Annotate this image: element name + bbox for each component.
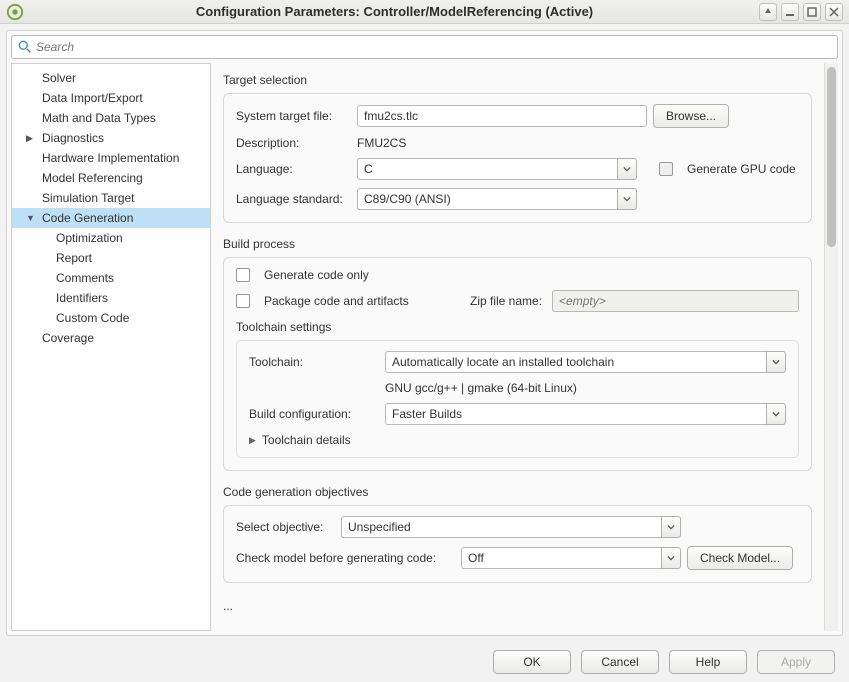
select-objective-combo[interactable]: Unspecified: [341, 516, 681, 538]
objectives-group: Select objective: Unspecified Check mode…: [223, 505, 812, 583]
sidebar-item-code-generation[interactable]: ▼ Code Generation: [12, 208, 210, 228]
content-area: Solver Data Import/Export Math and Data …: [6, 30, 843, 636]
sidebar-item-coverage[interactable]: Coverage: [12, 328, 210, 348]
browse-button[interactable]: Browse...: [653, 104, 729, 128]
sidebar-item-diagnostics[interactable]: ▶ Diagnostics: [12, 128, 210, 148]
system-target-file-input[interactable]: [357, 105, 647, 127]
toolchain-settings-label: Toolchain settings: [236, 320, 799, 334]
toolchain-value: Automatically locate an installed toolch…: [385, 351, 766, 373]
language-standard-label: Language standard:: [236, 192, 351, 206]
footer: OK Cancel Help Apply: [0, 642, 849, 682]
sidebar-item-comments[interactable]: Comments: [12, 268, 210, 288]
detail-panel: Target selection System target file: Bro…: [211, 63, 824, 631]
ok-button[interactable]: OK: [493, 650, 571, 674]
chevron-down-icon: ▼: [26, 213, 35, 223]
chevron-down-icon[interactable]: [617, 158, 637, 180]
language-label: Language:: [236, 162, 351, 176]
generate-gpu-checkbox: [659, 162, 673, 176]
build-configuration-combo[interactable]: Faster Builds: [385, 403, 786, 425]
minimize-button[interactable]: [781, 3, 799, 21]
toolchain-label: Toolchain:: [249, 355, 379, 369]
check-model-label: Check model before generating code:: [236, 551, 451, 565]
sidebar-item-label: Code Generation: [42, 211, 133, 225]
chevron-right-icon: ▶: [26, 133, 33, 144]
target-selection-heading: Target selection: [223, 73, 812, 87]
toolchain-combo[interactable]: Automatically locate an installed toolch…: [385, 351, 786, 373]
select-objective-value: Unspecified: [341, 516, 661, 538]
build-process-group: Generate code only Package code and arti…: [223, 257, 812, 471]
system-target-file-label: System target file:: [236, 109, 351, 123]
cancel-button[interactable]: Cancel: [581, 650, 659, 674]
toolchain-details-label: Toolchain details: [262, 433, 351, 447]
sidebar-item-report[interactable]: Report: [12, 248, 210, 268]
chevron-right-icon: ▶: [249, 435, 256, 446]
objectives-heading: Code generation objectives: [223, 485, 812, 499]
package-code-label: Package code and artifacts: [264, 294, 464, 308]
close-button[interactable]: [825, 3, 843, 21]
check-model-combo[interactable]: Off: [461, 547, 681, 569]
search-input[interactable]: [36, 40, 831, 54]
description-value: FMU2CS: [357, 136, 406, 150]
check-model-button[interactable]: Check Model...: [687, 546, 793, 570]
chevron-down-icon[interactable]: [661, 547, 681, 569]
sidebar-item-model-referencing[interactable]: Model Referencing: [12, 168, 210, 188]
sidebar: Solver Data Import/Export Math and Data …: [11, 63, 211, 631]
search-row: [11, 35, 838, 63]
build-process-heading: Build process: [223, 237, 812, 251]
build-configuration-label: Build configuration:: [249, 407, 379, 421]
sidebar-item-data-import-export[interactable]: Data Import/Export: [12, 88, 210, 108]
chevron-down-icon[interactable]: [766, 403, 786, 425]
build-configuration-value: Faster Builds: [385, 403, 766, 425]
chevron-down-icon[interactable]: [617, 188, 637, 210]
language-combo[interactable]: C: [357, 158, 637, 180]
toolchain-detected: GNU gcc/g++ | gmake (64-bit Linux): [385, 381, 577, 395]
maximize-button[interactable]: [803, 3, 821, 21]
search-icon: [18, 40, 32, 54]
generate-code-only-label: Generate code only: [264, 268, 369, 282]
language-value: C: [357, 158, 617, 180]
sidebar-item-label: Diagnostics: [42, 131, 104, 145]
apply-button: Apply: [757, 650, 835, 674]
always-on-top-button[interactable]: [759, 3, 777, 21]
sidebar-item-simulation-target[interactable]: Simulation Target: [12, 188, 210, 208]
search-box[interactable]: [11, 35, 838, 59]
description-label: Description:: [236, 136, 351, 150]
target-selection-group: System target file: Browse... Descriptio…: [223, 93, 812, 223]
scrollbar-thumb[interactable]: [827, 67, 836, 247]
main-split: Solver Data Import/Export Math and Data …: [11, 63, 838, 631]
generate-gpu-label: Generate GPU code: [687, 162, 796, 176]
sidebar-item-custom-code[interactable]: Custom Code: [12, 308, 210, 328]
select-objective-label: Select objective:: [236, 520, 331, 534]
chevron-down-icon[interactable]: [766, 351, 786, 373]
language-standard-value: C89/C90 (ANSI): [357, 188, 617, 210]
more-indicator: ...: [223, 597, 812, 619]
sidebar-item-hardware-implementation[interactable]: Hardware Implementation: [12, 148, 210, 168]
toolchain-settings-box: Toolchain: Automatically locate an insta…: [236, 340, 799, 458]
sidebar-item-solver[interactable]: Solver: [12, 68, 210, 88]
help-button[interactable]: Help: [669, 650, 747, 674]
sidebar-item-math-data-types[interactable]: Math and Data Types: [12, 108, 210, 128]
window-title: Configuration Parameters: Controller/Mod…: [30, 4, 759, 19]
scrollbar[interactable]: [824, 63, 838, 631]
chevron-down-icon[interactable]: [661, 516, 681, 538]
language-standard-combo[interactable]: C89/C90 (ANSI): [357, 188, 637, 210]
generate-code-only-checkbox[interactable]: [236, 268, 250, 282]
detail-wrap: Target selection System target file: Bro…: [211, 63, 838, 631]
zip-file-label: Zip file name:: [470, 294, 542, 308]
app-icon: [6, 3, 24, 21]
sidebar-item-optimization[interactable]: Optimization: [12, 228, 210, 248]
toolchain-details-expander[interactable]: ▶ Toolchain details: [249, 433, 351, 447]
titlebar: Configuration Parameters: Controller/Mod…: [0, 0, 849, 24]
package-code-checkbox[interactable]: [236, 294, 250, 308]
check-model-value: Off: [461, 547, 661, 569]
zip-file-input: [552, 290, 799, 312]
window-controls: [759, 3, 843, 21]
sidebar-item-identifiers[interactable]: Identifiers: [12, 288, 210, 308]
window: Configuration Parameters: Controller/Mod…: [0, 0, 849, 682]
